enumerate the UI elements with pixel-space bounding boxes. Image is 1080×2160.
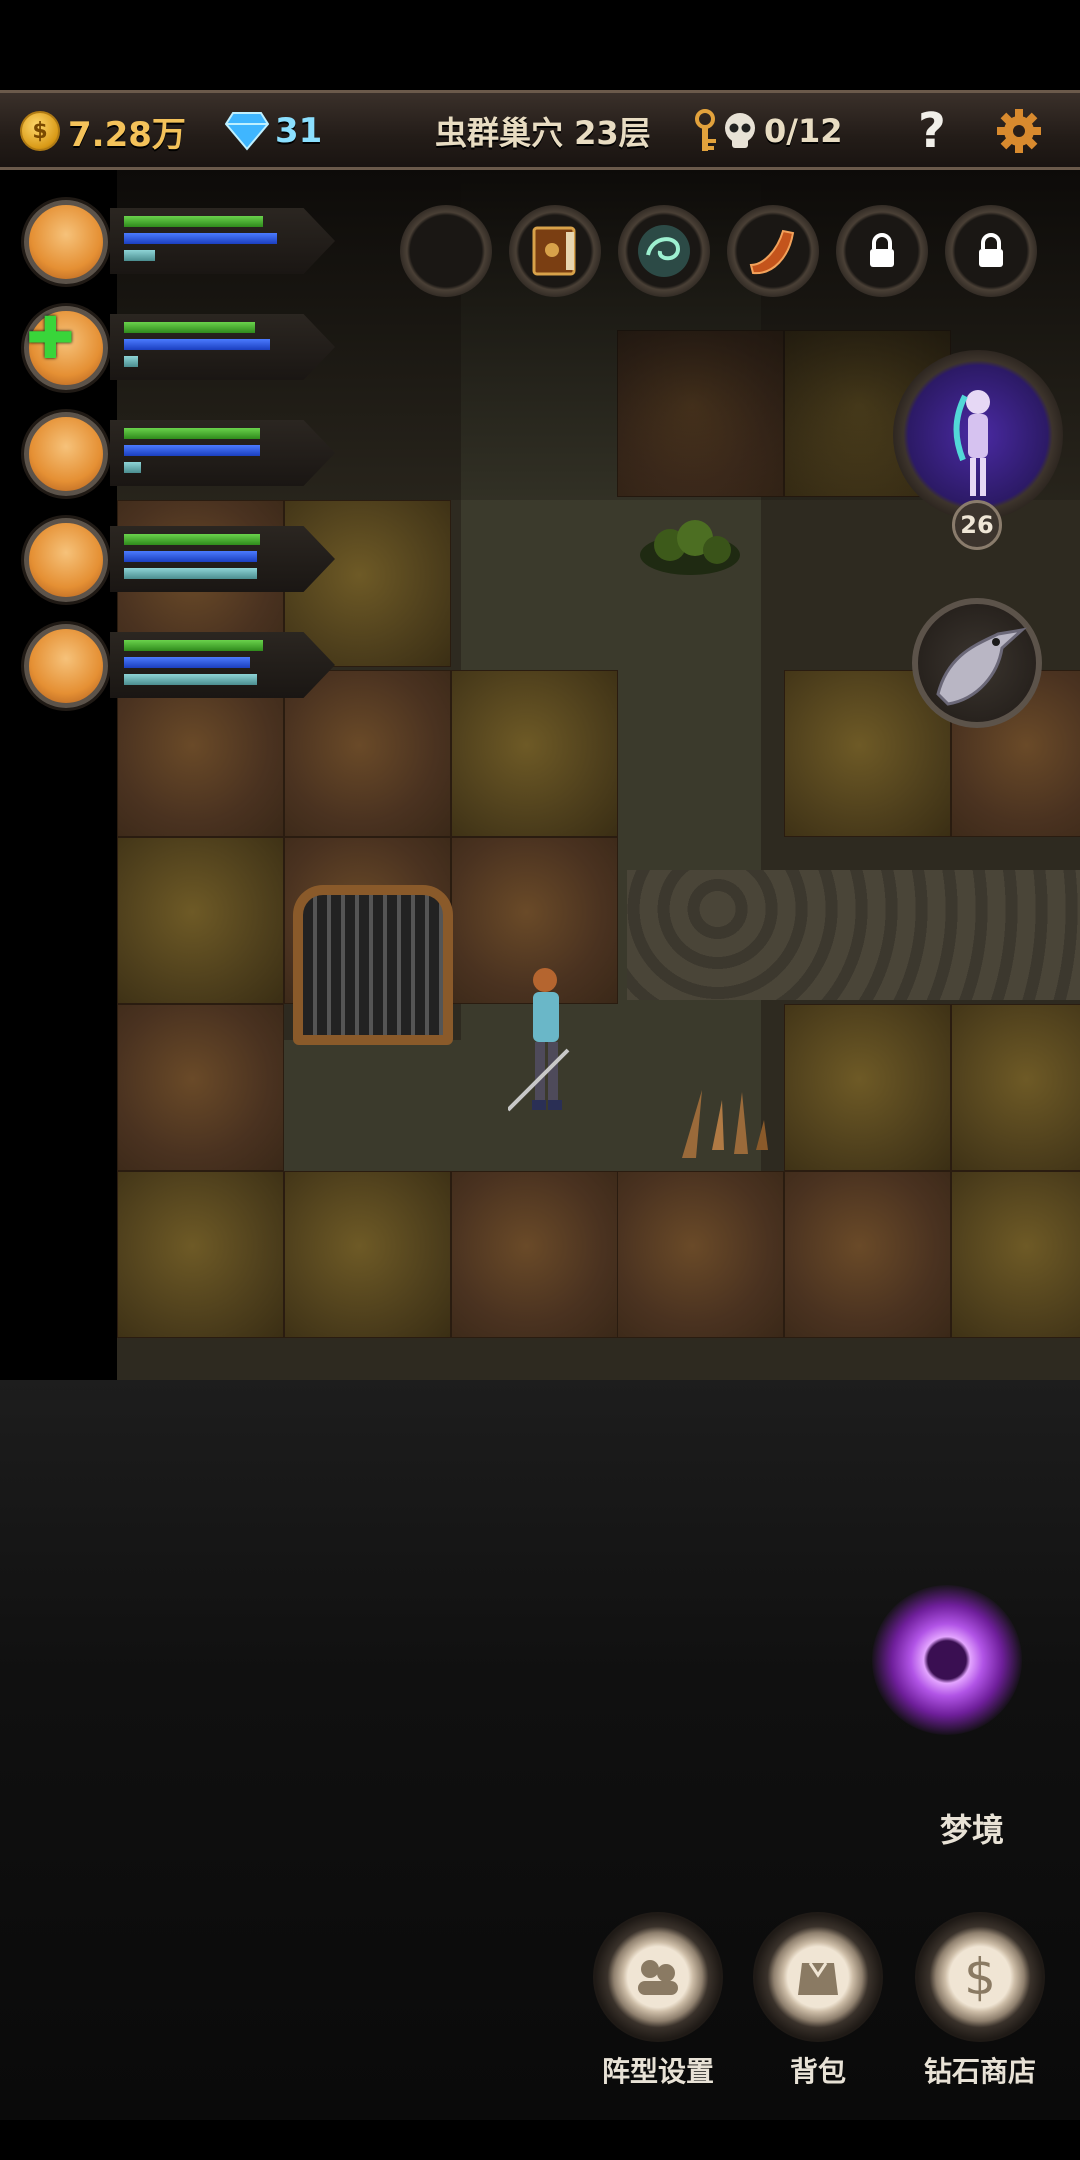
floor-indicator: 虫群巢穴 23层 [435, 103, 651, 159]
hero-stat-bars [110, 420, 335, 486]
kill-count: 0/12 [764, 112, 843, 150]
dollar-icon: $ [964, 1948, 996, 2006]
skill-slot-bar [0, 205, 1080, 315]
wall-tile [951, 1171, 1080, 1338]
skill-slot-1[interactable] [400, 205, 492, 297]
xp-bar [124, 462, 141, 473]
kill-counter: 0/12 [690, 103, 842, 159]
wall-tile [117, 837, 284, 1004]
gold-counter: $ 7.28万 [20, 103, 186, 159]
skill-slot-5-locked[interactable] [836, 205, 928, 297]
cobblestone-path [627, 870, 1080, 1000]
raven-icon [936, 627, 1027, 706]
skill-slot-3[interactable] [618, 205, 710, 297]
dream-portal-label: 梦境 [940, 1811, 1005, 1849]
swirl-orb-icon [638, 225, 690, 277]
party-member-5[interactable] [10, 614, 340, 718]
insect-nest-bush[interactable] [635, 510, 745, 580]
skill-slot-2[interactable] [509, 205, 601, 297]
boss-level-badge: 26 [952, 500, 1002, 550]
group-icon [638, 1960, 678, 1995]
help-icon: ? [918, 103, 946, 159]
xp-bar [124, 674, 257, 685]
hero-stat-bars [110, 632, 335, 698]
skill-slot-6-locked[interactable] [945, 205, 1037, 297]
bag-icon [798, 1962, 838, 1995]
raven-companion-button[interactable] [912, 598, 1042, 728]
help-button[interactable]: ? [918, 103, 946, 159]
diamond-shop-label: 钻石商店 [923, 2055, 1036, 2088]
settings-button[interactable] [995, 103, 1043, 159]
gear-icon [997, 109, 1041, 153]
bottom-strip [0, 2120, 1080, 2160]
mp-bar [124, 551, 257, 562]
bag-button[interactable] [753, 1912, 883, 2042]
heal-plus-icon: ✚ [26, 304, 75, 372]
gem-amount: 31 [275, 111, 323, 151]
hp-bar [124, 640, 263, 651]
wall-tile [117, 1171, 284, 1338]
hero-portrait[interactable] [24, 518, 108, 602]
wall-tile [784, 1004, 951, 1171]
wall-tile [117, 1004, 284, 1171]
wall-tile [951, 1004, 1080, 1171]
key-icon [695, 109, 716, 151]
top-resource-bar: $ 7.28万 31 虫群巢穴 23层 0/12 ? [0, 90, 1080, 170]
diamond-shop-button[interactable]: $ [915, 1912, 1045, 2042]
dream-portal-button[interactable] [872, 1585, 1022, 1735]
spike-trap[interactable] [672, 1080, 782, 1160]
mp-bar [124, 657, 250, 668]
lock-icon [870, 233, 894, 267]
formation-button[interactable] [593, 1912, 723, 2042]
book-icon [532, 226, 576, 276]
skull-icon [725, 113, 755, 148]
player-hero-sprite [508, 968, 570, 1112]
unexplored-area [0, 1380, 1080, 2120]
horn-icon [749, 229, 795, 275]
skill-slot-4[interactable] [727, 205, 819, 297]
gold-coin-icon: $ [20, 111, 60, 151]
xp-bar [124, 356, 138, 367]
boss-portrait[interactable] [893, 350, 1063, 520]
diamond-icon [225, 112, 269, 151]
hero-stat-bars [110, 314, 335, 380]
hp-bar [124, 322, 255, 333]
hp-bar [124, 428, 260, 439]
wall-tile [451, 1171, 618, 1338]
mp-bar [124, 445, 260, 456]
hp-bar [124, 534, 260, 545]
hero-portrait[interactable] [24, 624, 108, 708]
floor-title: 虫群巢穴 23层 [435, 114, 651, 152]
hero-portrait[interactable] [24, 412, 108, 496]
boss-figure-icon [953, 390, 990, 496]
iron-gate[interactable] [293, 885, 453, 1045]
mp-bar [124, 339, 270, 350]
wall-tile [451, 670, 618, 837]
wall-tile [284, 1171, 451, 1338]
xp-bar [124, 568, 257, 579]
lock-icon [979, 233, 1003, 267]
party-member-4[interactable] [10, 508, 340, 612]
empty-slot-icon [416, 221, 476, 281]
wall-tile [784, 1171, 951, 1338]
gold-amount: 7.28万 [68, 114, 186, 155]
hero-stat-bars [110, 526, 335, 592]
gem-counter: 31 [225, 103, 322, 159]
wall-tile [617, 1171, 784, 1338]
party-member-3[interactable] [10, 402, 340, 506]
